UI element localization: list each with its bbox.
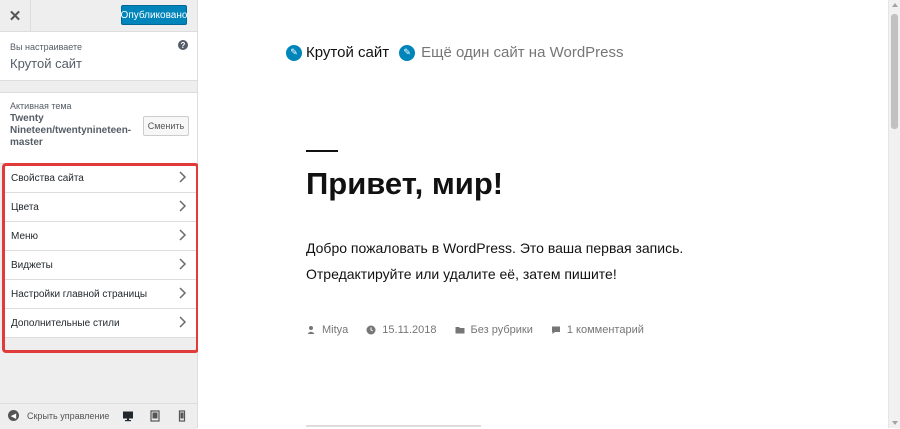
site-description: Ещё один сайт на WordPress: [421, 44, 624, 61]
post-category-name: Без рубрики: [470, 324, 533, 336]
chevron-right-icon: [179, 316, 187, 328]
scroll-thumb[interactable]: [891, 14, 898, 129]
post-title[interactable]: Привет, мир!: [306, 166, 503, 202]
panel-item-menus[interactable]: Меню: [4, 222, 197, 251]
title-separator: [306, 150, 338, 152]
post-date[interactable]: 15.11.2018: [366, 324, 437, 336]
customizer-header: ✕ Опубликовано: [0, 0, 197, 32]
post-category[interactable]: Без рубрики: [455, 324, 533, 336]
comment-icon: [551, 326, 560, 334]
chevron-right-icon: [179, 229, 187, 241]
panel-item-homepage-settings[interactable]: Настройки главной страницы: [4, 280, 197, 309]
preview-scrollbar[interactable]: [888, 0, 900, 428]
content-divider: [306, 425, 481, 427]
customizing-site-name: Крутой сайт: [10, 56, 83, 71]
post-author-name: Mitya: [322, 324, 349, 336]
panel-item-additional-css[interactable]: Дополнительные стили: [4, 309, 197, 338]
active-theme-name: Twenty Nineteen/twentynineteen-master: [10, 113, 132, 148]
chevron-right-icon: [179, 258, 187, 270]
chevron-right-icon: [179, 287, 187, 299]
customizing-label: Вы настраиваете: [10, 42, 83, 52]
scroll-up-arrow[interactable]: [892, 3, 898, 7]
active-theme-label: Активная тема: [10, 101, 72, 111]
desktop-preview-icon[interactable]: [122, 410, 134, 422]
change-theme-button[interactable]: Сменить: [143, 116, 189, 136]
panel-item-label: Настройки главной страницы: [11, 289, 148, 300]
panel-item-label: Цвета: [11, 202, 39, 213]
customizer-panel-list: Свойства сайта Цвета Меню Виджеты Настро…: [4, 164, 197, 338]
post-date-value: 15.11.2018: [382, 324, 437, 336]
active-theme-section: Активная тема Twenty Nineteen/twentynine…: [0, 92, 197, 164]
site-title[interactable]: Крутой сайт: [306, 44, 389, 61]
collapse-sidebar-button[interactable]: ◀ Скрыть управление: [8, 410, 109, 421]
tablet-preview-icon[interactable]: [149, 410, 161, 422]
collapse-label: Скрыть управление: [27, 410, 110, 421]
mobile-preview-icon[interactable]: [176, 410, 188, 422]
post-content: Добро пожаловать в WordPress. Это ваша п…: [306, 240, 684, 282]
scroll-down-arrow[interactable]: [892, 421, 898, 425]
customizer-footer: ◀ Скрыть управление: [0, 403, 197, 429]
customizer-sidebar: ✕ Опубликовано Вы настраиваете Крутой са…: [0, 0, 198, 429]
close-icon[interactable]: ✕: [0, 0, 31, 31]
post-comments[interactable]: 1 комментарий: [551, 324, 644, 336]
panel-item-site-identity[interactable]: Свойства сайта: [4, 164, 197, 193]
folder-icon: [455, 327, 465, 334]
site-header: ✎ Крутой сайт ✎ Ещё один сайт на WordPre…: [286, 44, 624, 61]
help-icon[interactable]: ?: [178, 40, 188, 50]
post-meta: Mitya 15.11.2018 Без рубрики 1 комментар…: [306, 324, 662, 336]
panel-item-widgets[interactable]: Виджеты: [4, 251, 197, 280]
customizing-info: Вы настраиваете Крутой сайт ?: [0, 32, 197, 81]
collapse-icon: ◀: [8, 410, 19, 421]
panel-item-colors[interactable]: Цвета: [4, 193, 197, 222]
clock-icon: [366, 325, 376, 335]
post-author[interactable]: Mitya: [306, 324, 348, 336]
site-preview: ✎ Крутой сайт ✎ Ещё один сайт на WordPre…: [198, 0, 888, 428]
chevron-right-icon: [179, 200, 187, 212]
chevron-right-icon: [179, 171, 187, 183]
panel-item-label: Свойства сайта: [11, 173, 84, 184]
person-icon: [307, 326, 315, 334]
edit-pencil-icon[interactable]: ✎: [399, 44, 416, 61]
panel-item-label: Виджеты: [11, 260, 53, 271]
panel-item-label: Дополнительные стили: [11, 318, 120, 329]
panel-item-label: Меню: [11, 231, 39, 242]
post-comments-count: 1 комментарий: [566, 324, 644, 336]
publish-button[interactable]: Опубликовано: [121, 5, 187, 25]
edit-pencil-icon[interactable]: ✎: [286, 44, 302, 61]
